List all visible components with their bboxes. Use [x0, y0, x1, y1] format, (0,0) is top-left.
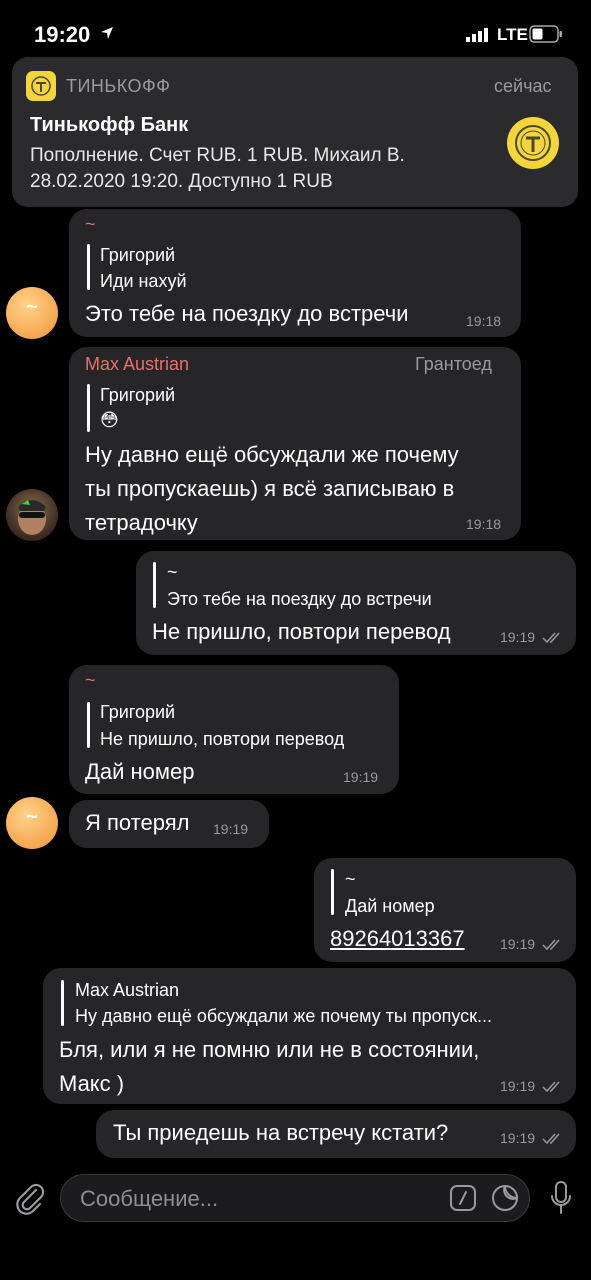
message-line: ты пропускаешь) я всё записываю в: [85, 476, 455, 501]
reply-quote-text: 😳: [100, 410, 119, 430]
message-text: Дай номер: [85, 759, 195, 784]
double-check-icon: [542, 1081, 560, 1093]
tinkoff-logo-icon: [507, 117, 559, 169]
double-check-icon: [542, 1133, 560, 1145]
message-time: 19:18: [466, 313, 502, 329]
reply-quote-name: ~: [167, 562, 178, 582]
message-time: 19:19: [500, 1130, 536, 1146]
message-time: 19:19: [500, 629, 536, 645]
message-text: Это тебе на поездку до встречи: [85, 301, 409, 326]
admin-badge: Грантоед: [415, 354, 492, 374]
reply-quote-bar: [87, 384, 90, 432]
double-check-icon: [542, 939, 560, 951]
message-time: 19:19: [213, 821, 249, 837]
notification-time: сейчас: [494, 76, 552, 96]
message-line: тетрадочку: [85, 510, 198, 535]
message-time: 19:18: [466, 516, 502, 532]
phone-number-link[interactable]: 89264013367: [330, 922, 465, 956]
reply-quote-name: Григорий: [100, 385, 176, 405]
reply-quote-bar: [153, 562, 156, 608]
notification-body-line: 28.02.2020 19:20. Доступно 1 RUB: [30, 171, 333, 192]
message-time: 19:19: [500, 936, 536, 952]
message-line: Бля, или я не помню или не в состоянии,: [59, 1037, 480, 1062]
battery-icon: [529, 25, 562, 43]
paperclip-icon[interactable]: [14, 1181, 46, 1215]
bot-command-icon[interactable]: [450, 1185, 476, 1211]
double-check-icon: [542, 632, 560, 644]
notification-body-line: Пополнение. Счет RUB. 1 RUB. Михаил В.: [30, 145, 405, 166]
network-type: LTE: [497, 25, 528, 44]
reply-quote-bar: [331, 869, 334, 915]
message-line: Ну давно ещё обсуждали же почему: [85, 442, 459, 467]
reply-quote-name: Max Austrian: [75, 980, 180, 1000]
reply-quote-name: Григорий: [100, 245, 176, 265]
reply-quote-bar: [87, 244, 90, 290]
reply-quote-bar: [61, 980, 64, 1026]
reply-quote-name: Григорий: [100, 702, 176, 722]
reply-quote-text: Не пришло, повтори перевод: [100, 729, 345, 749]
message-text: Не пришло, повтори перевод: [152, 619, 451, 644]
sender-name: ~: [85, 214, 96, 234]
message-time: 19:19: [343, 769, 379, 785]
status-time: 19:20: [34, 22, 91, 47]
avatar[interactable]: ~: [6, 287, 58, 339]
notification-app-name: ТИНЬКОФФ: [66, 76, 171, 96]
message-time: 19:19: [500, 1078, 536, 1094]
message-text: Ну давно ещё обсуждали же почему ты проп…: [85, 438, 459, 540]
microphone-icon[interactable]: [549, 1180, 573, 1216]
notification-body: Пополнение. Счет RUB. 1 RUB. Михаил В. 2…: [30, 143, 480, 195]
avatar[interactable]: [6, 489, 58, 541]
reply-quote-text: Иди нахуй: [100, 271, 187, 291]
avatar-initial: ~: [26, 806, 38, 828]
message-line: Макс ): [59, 1071, 125, 1096]
sender-name: Max Austrian: [85, 354, 190, 374]
reply-quote-name: ~: [345, 869, 356, 889]
reply-quote-text: Дай номер: [345, 896, 435, 916]
reply-quote-text: Ну давно ещё обсуждали же почему ты проп…: [75, 1006, 493, 1026]
reply-quote-bar: [87, 702, 90, 748]
tinkoff-app-icon: [26, 71, 56, 101]
signal-icon: [466, 28, 488, 42]
message-input-placeholder: Сообщение...: [80, 1186, 219, 1211]
location-arrow-icon: [101, 27, 113, 39]
notification-title: Тинькофф Банк: [30, 114, 189, 136]
sticker-icon[interactable]: [491, 1184, 519, 1212]
message-text: Ты приедешь на встречу кстати?: [113, 1120, 449, 1145]
sender-name: ~: [85, 670, 96, 690]
message-text: Я потерял: [85, 810, 190, 835]
message-text: Бля, или я не помню или не в состоянии, …: [59, 1033, 479, 1101]
avatar-initial: ~: [26, 296, 38, 318]
reply-quote-text: Это тебе на поездку до встречи: [167, 589, 432, 609]
avatar[interactable]: ~: [6, 797, 58, 849]
